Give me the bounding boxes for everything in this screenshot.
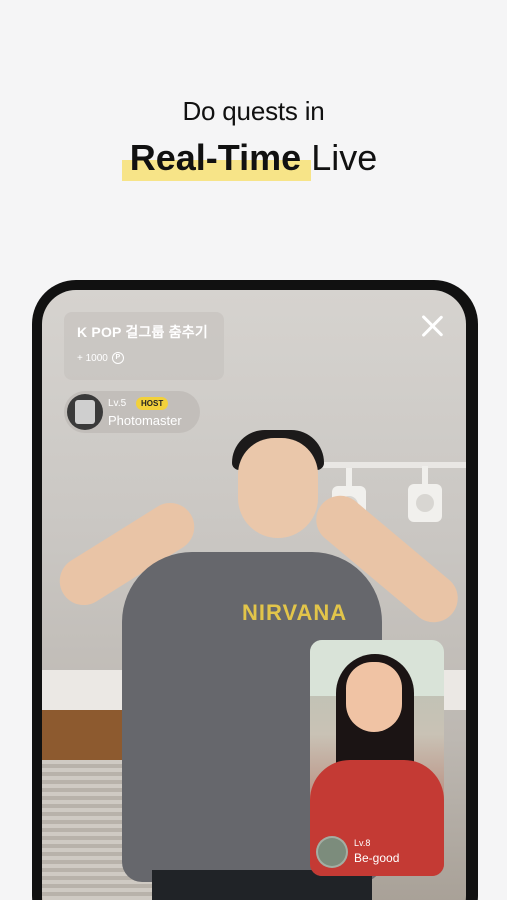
performer-head (238, 438, 318, 538)
quest-reward: + 1000 P (77, 352, 211, 364)
headline-line2: Real-Time Live (121, 137, 378, 181)
host-level: Lv.5 (108, 398, 127, 409)
close-icon[interactable] (420, 314, 444, 338)
host-profile[interactable]: Lv.5 HOST Photomaster (64, 391, 200, 433)
quest-points-value: + 1000 (77, 352, 108, 364)
spotlight-right (408, 466, 442, 522)
guest-video-pip[interactable]: Lv.8 Be-good (310, 640, 444, 876)
headline-highlight-text: Real-Time (129, 137, 302, 178)
headline-line1: Do quests in (182, 96, 325, 126)
guest-avatar[interactable] (316, 836, 348, 868)
headline: Do quests in Real-Time Live (0, 96, 507, 181)
points-icon: P (111, 352, 124, 364)
quest-card[interactable]: K POP 걸그룹 춤추기 + 1000 P (64, 312, 224, 380)
guest-face (346, 662, 402, 732)
quest-title: K POP 걸그룹 춤추기 (77, 324, 208, 340)
live-stream-screen: NIRVANA K POP 걸그룹 춤추기 + 1000 P Lv.5 HOST… (42, 290, 466, 900)
host-name: Photomaster (108, 413, 182, 428)
host-badge: HOST (136, 397, 169, 410)
host-avatar[interactable] (67, 394, 103, 430)
guest-level: Lv.8 (354, 838, 371, 848)
headline-highlight: Real-Time (121, 137, 312, 181)
headline-rest: Live (311, 137, 378, 178)
guest-name: Be-good (354, 851, 400, 865)
